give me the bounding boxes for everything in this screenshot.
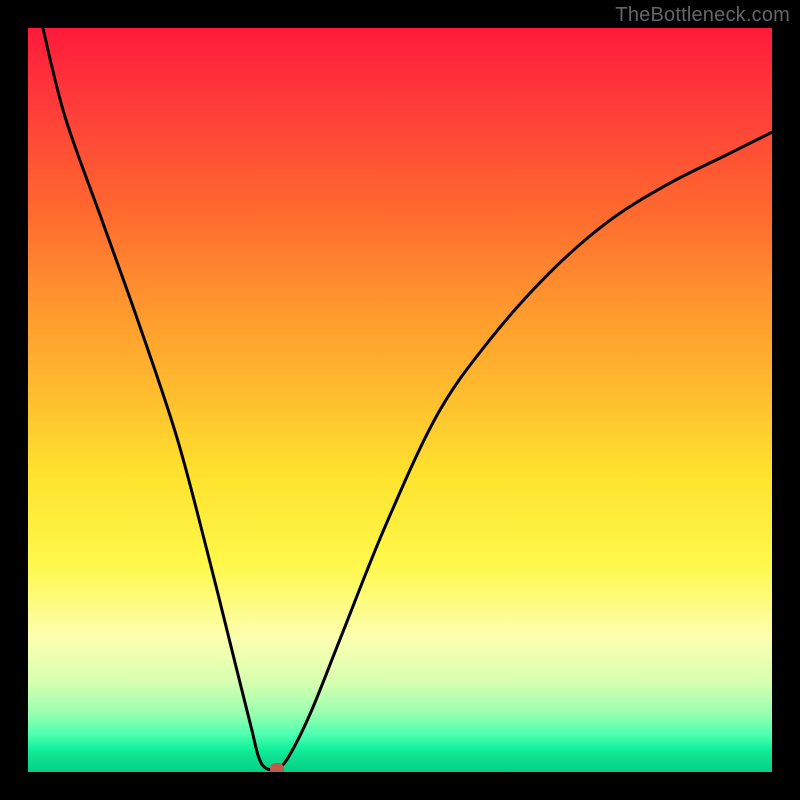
- watermark-text: TheBottleneck.com: [615, 4, 790, 27]
- chart-frame: TheBottleneck.com: [0, 0, 800, 800]
- curve-svg: [28, 28, 772, 772]
- bottleneck-curve-path: [43, 28, 772, 770]
- plot-area: [28, 28, 772, 772]
- minimum-marker: [270, 763, 284, 772]
